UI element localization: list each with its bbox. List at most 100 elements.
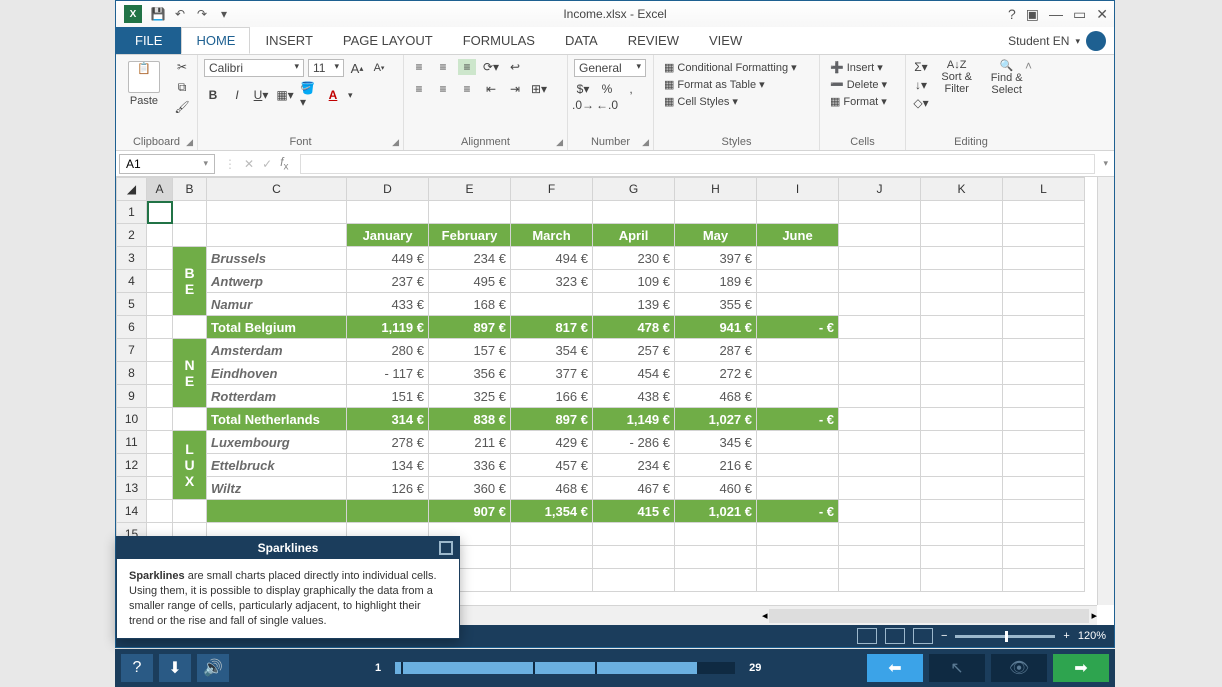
total-label[interactable]: Total Belgium (207, 316, 347, 339)
value-cell[interactable]: 216 € (675, 454, 757, 477)
cell[interactable] (593, 569, 675, 592)
value-cell[interactable]: 134 € (347, 454, 429, 477)
clear-icon[interactable]: ◇▾ (912, 95, 930, 111)
value-cell[interactable]: 457 € (511, 454, 593, 477)
zoom-value[interactable]: 120% (1078, 630, 1106, 642)
value-cell[interactable]: 449 € (347, 247, 429, 270)
tab-review[interactable]: REVIEW (613, 27, 694, 54)
value-cell[interactable]: 495 € (429, 270, 511, 293)
cell[interactable] (1003, 523, 1085, 546)
page-layout-view-icon[interactable] (885, 628, 905, 644)
row-header-12[interactable]: 12 (117, 454, 147, 477)
cell[interactable] (511, 569, 593, 592)
value-cell[interactable]: 237 € (347, 270, 429, 293)
total-cell[interactable]: 1,119 € (347, 316, 429, 339)
value-cell[interactable]: 126 € (347, 477, 429, 500)
city-cell[interactable]: Wiltz (207, 477, 347, 500)
value-cell[interactable] (757, 362, 839, 385)
progress-bar[interactable] (395, 662, 735, 674)
format-table-button[interactable]: ▦Format as Table▾ (660, 76, 813, 93)
value-cell[interactable] (757, 247, 839, 270)
value-cell[interactable]: 325 € (429, 385, 511, 408)
total-cell[interactable]: 1,027 € (675, 408, 757, 431)
italic-icon[interactable]: I (228, 87, 246, 103)
city-cell[interactable]: Amsterdam (207, 339, 347, 362)
save-icon[interactable]: 💾 (148, 4, 168, 24)
pointer-button[interactable]: ↖ (929, 654, 985, 682)
value-cell[interactable]: 336 € (429, 454, 511, 477)
total-label[interactable]: Total Netherlands (207, 408, 347, 431)
total-cell[interactable]: 478 € (593, 316, 675, 339)
total-cell[interactable]: - € (757, 500, 839, 523)
cell[interactable] (757, 569, 839, 592)
value-cell[interactable]: 234 € (593, 454, 675, 477)
tab-formulas[interactable]: FORMULAS (448, 27, 550, 54)
expand-formula-icon[interactable]: ▾ (1103, 158, 1108, 169)
cell[interactable] (511, 523, 593, 546)
total-label[interactable] (207, 500, 347, 523)
align-center-icon[interactable]: ≡ (434, 81, 452, 97)
col-header-D[interactable]: D (347, 178, 429, 201)
value-cell[interactable] (757, 293, 839, 316)
horizontal-scrollbar[interactable] (769, 609, 1089, 623)
minimize-icon[interactable]: — (1049, 6, 1063, 22)
tab-file[interactable]: FILE (116, 27, 181, 54)
align-middle-icon[interactable]: ≡ (434, 59, 452, 75)
row-header-8[interactable]: 8 (117, 362, 147, 385)
tab-insert[interactable]: INSERT (250, 27, 327, 54)
month-header[interactable]: March (511, 224, 593, 247)
percent-icon[interactable]: % (598, 81, 616, 97)
value-cell[interactable] (511, 293, 593, 316)
align-top-icon[interactable]: ≡ (410, 59, 428, 75)
cell[interactable] (1003, 546, 1085, 569)
total-cell[interactable]: 907 € (429, 500, 511, 523)
cell[interactable] (839, 569, 921, 592)
value-cell[interactable]: 323 € (511, 270, 593, 293)
maximize-icon[interactable]: ▭ (1073, 6, 1086, 23)
number-format-select[interactable]: General▾ (574, 59, 646, 77)
value-cell[interactable] (757, 454, 839, 477)
cell[interactable] (921, 569, 1003, 592)
total-cell[interactable]: - € (757, 408, 839, 431)
name-box[interactable]: A1▾ (119, 154, 215, 174)
value-cell[interactable]: 355 € (675, 293, 757, 316)
value-cell[interactable]: 280 € (347, 339, 429, 362)
cell[interactable] (757, 201, 839, 224)
value-cell[interactable] (757, 270, 839, 293)
city-cell[interactable]: Eindhoven (207, 362, 347, 385)
month-header[interactable]: January (347, 224, 429, 247)
sound-button[interactable]: 🔊 (197, 654, 229, 682)
value-cell[interactable]: 287 € (675, 339, 757, 362)
value-cell[interactable]: 377 € (511, 362, 593, 385)
row-header-14[interactable]: 14 (117, 500, 147, 523)
city-cell[interactable]: Ettelbruck (207, 454, 347, 477)
page-break-view-icon[interactable] (913, 628, 933, 644)
cell[interactable] (921, 201, 1003, 224)
paste-button[interactable]: 📋 Paste (122, 59, 166, 107)
value-cell[interactable]: 354 € (511, 339, 593, 362)
cell[interactable] (429, 201, 511, 224)
font-color-icon[interactable]: A (324, 87, 342, 103)
prev-button[interactable]: ⬅ (867, 654, 923, 682)
cell-styles-button[interactable]: ▦Cell Styles▾ (660, 93, 813, 110)
month-header[interactable]: April (593, 224, 675, 247)
cell[interactable] (593, 546, 675, 569)
vertical-scrollbar[interactable] (1097, 177, 1114, 605)
help-button[interactable]: ? (121, 654, 153, 682)
col-header-F[interactable]: F (511, 178, 593, 201)
zoom-out-icon[interactable]: − (941, 630, 947, 642)
col-header-H[interactable]: H (675, 178, 757, 201)
account-area[interactable]: Student EN▾ (1008, 31, 1106, 51)
col-header-K[interactable]: K (921, 178, 1003, 201)
value-cell[interactable] (757, 431, 839, 454)
month-header[interactable]: February (429, 224, 511, 247)
row-header-2[interactable]: 2 (117, 224, 147, 247)
merge-icon[interactable]: ⊞▾ (530, 81, 548, 97)
month-header[interactable]: May (675, 224, 757, 247)
cell[interactable] (675, 523, 757, 546)
format-cells-button[interactable]: ▦Format▾ (826, 93, 899, 110)
total-cell[interactable]: 897 € (511, 408, 593, 431)
value-cell[interactable]: 468 € (675, 385, 757, 408)
value-cell[interactable]: 360 € (429, 477, 511, 500)
cell[interactable] (593, 201, 675, 224)
